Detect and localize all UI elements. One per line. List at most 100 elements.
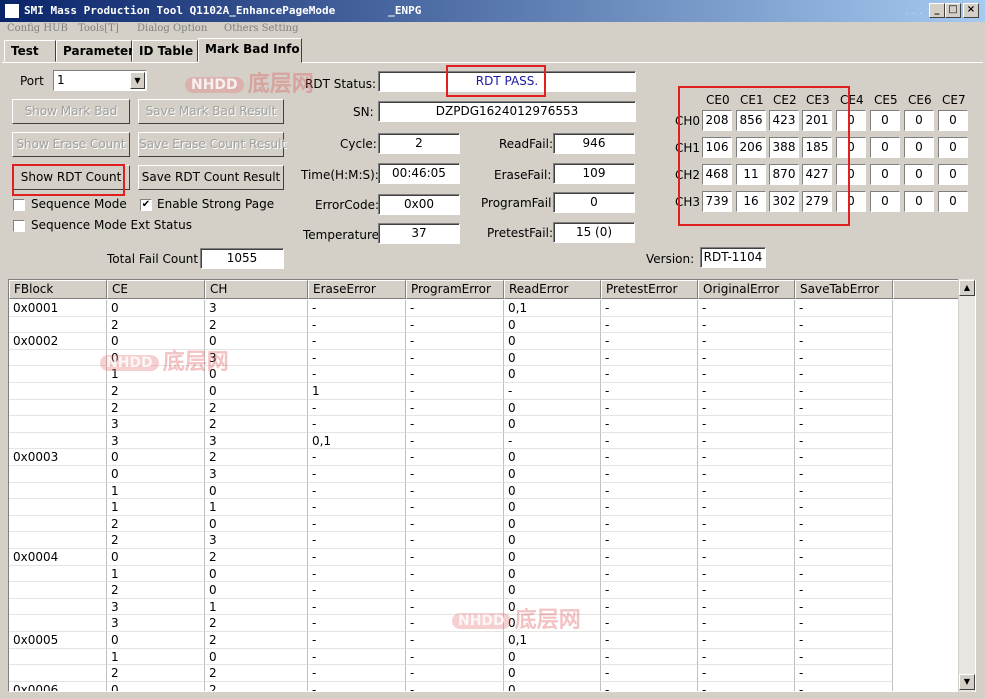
grid-cell: - [698, 598, 795, 616]
tab-mark-bad-info[interactable]: Mark Bad Info [198, 38, 302, 63]
grid-cell: 0 [504, 366, 601, 383]
grid-cell: - [698, 515, 795, 533]
ce-header: CE5 [874, 93, 898, 107]
grid-cell: 0,1 [504, 632, 601, 649]
table-row[interactable]: 11--0--- [9, 499, 959, 516]
grid-cell: - [406, 300, 504, 317]
table-row[interactable]: 22--0--- [9, 665, 959, 682]
grid-cell: - [601, 515, 698, 533]
grid-column-header[interactable]: FBlock [9, 280, 107, 299]
grid-cell: - [406, 648, 504, 666]
minimize-button[interactable]: _ [929, 3, 945, 18]
cycle-field: 2 [378, 133, 460, 154]
ce-header: CE7 [942, 93, 966, 107]
grid-column-header[interactable]: ReadError [504, 280, 601, 299]
grid-cell: - [698, 383, 795, 400]
table-row[interactable]: 201----- [9, 383, 959, 400]
grid-cell: - [308, 499, 406, 516]
grid-cell: 1 [107, 648, 205, 666]
table-row[interactable]: 03--0--- [9, 466, 959, 483]
chevron-down-icon[interactable]: ▼ [130, 72, 145, 89]
grid-cell: 0 [205, 383, 308, 400]
grid-scrollbar[interactable]: ▲ ▼ [958, 279, 975, 692]
table-row[interactable]: 3 3 0,1- - - - - [9, 432, 959, 450]
table-row[interactable]: 0x0005 0 2- -0,1- - - [9, 632, 959, 649]
grid-cell: 0 [504, 582, 601, 599]
grid-cell: 1 [107, 565, 205, 583]
grid-cell: - [698, 499, 795, 516]
table-row[interactable]: 22--0--- [9, 399, 959, 417]
grid-cell: - [601, 482, 698, 500]
menu-others-setting[interactable]: Others Setting [224, 23, 299, 34]
grid-cell: - [795, 349, 893, 367]
menu-tools[interactable]: Tools[T] [78, 23, 119, 34]
grid-cell: - [308, 515, 406, 533]
scroll-up-icon[interactable]: ▲ [959, 280, 975, 296]
grid-cell: - [308, 549, 406, 566]
grid-cell: 0 [504, 648, 601, 666]
grid-cell: - [406, 316, 504, 334]
grid-cell [9, 432, 107, 450]
table-row[interactable]: 0x0006 0 2- -0- - - [9, 681, 959, 691]
grid-column-header[interactable]: CE [107, 280, 205, 299]
grid-cell: - [601, 399, 698, 417]
save-rdt-count-button[interactable]: Save RDT Count Result [138, 165, 284, 190]
table-row[interactable]: 0x0004 0 2- -0- - - [9, 549, 959, 566]
grid-cell: - [601, 383, 698, 400]
table-row[interactable]: 10--0--- [9, 648, 959, 666]
menu-dialog-option[interactable]: Dialog Option [137, 23, 207, 34]
grid-cell: 0,1 [504, 300, 601, 317]
enable-strong-page-checkbox[interactable]: ✔ [140, 199, 152, 211]
grid-cell: - [308, 598, 406, 616]
table-row[interactable]: 20--0--- [9, 515, 959, 533]
save-erase-count-button[interactable]: Save Erase Count Result [138, 132, 286, 157]
table-row[interactable]: 10--0--- [9, 565, 959, 583]
tab-id-table[interactable]: ID Table [132, 40, 198, 62]
table-row[interactable]: 23--0--- [9, 532, 959, 549]
show-mark-bad-button[interactable]: Show Mark Bad [12, 99, 130, 124]
grid-column-header[interactable]: EraseError [308, 280, 406, 299]
grid-cell: - [406, 399, 504, 417]
grid-cell: - [795, 681, 893, 691]
table-row[interactable]: 20--0--- [9, 582, 959, 599]
grid-column-header[interactable]: SaveTabError [795, 280, 893, 299]
ce-header: CE6 [908, 93, 932, 107]
table-row[interactable]: 32--0--- [9, 416, 959, 433]
grid-cell: 2 [205, 416, 308, 433]
grid-column-header[interactable]: PretestError [601, 280, 698, 299]
save-mark-bad-button[interactable]: Save Mark Bad Result [138, 99, 284, 124]
maximize-button[interactable]: □ [945, 3, 961, 18]
grid-cell: - [698, 681, 795, 691]
grid-cell: - [795, 582, 893, 599]
table-row[interactable]: 0x0001 0 3- -0,1- - - [9, 300, 959, 317]
grid-cell: - [601, 300, 698, 317]
grid-cell [9, 316, 107, 334]
grid-column-header[interactable]: OriginalError [698, 280, 795, 299]
table-row[interactable]: 0x0003 0 2- -0- - - [9, 449, 959, 466]
scroll-down-icon[interactable]: ▼ [959, 674, 975, 690]
tab-parameter[interactable]: Parameter [56, 40, 134, 62]
grid-cell: - [406, 499, 504, 516]
grid-cell: - [795, 399, 893, 417]
port-select[interactable]: 1 ▼ [53, 70, 147, 91]
grid-cell: - [601, 466, 698, 483]
grid-cell: - [504, 432, 601, 450]
sequence-mode-ext-checkbox[interactable] [13, 220, 25, 232]
grid-cell: - [795, 665, 893, 682]
show-erase-count-button[interactable]: Show Erase Count [12, 132, 130, 157]
table-row[interactable]: 10--0--- [9, 482, 959, 500]
grid-cell: - [601, 316, 698, 334]
grid-column-header[interactable]: CH [205, 280, 308, 299]
close-button[interactable]: × [963, 3, 979, 18]
ce-count-cell: 0 [938, 164, 968, 185]
sequence-mode-checkbox[interactable] [13, 199, 25, 211]
grid-cell: 0 [205, 515, 308, 533]
menu-config-hub[interactable]: Config HUB [7, 23, 68, 34]
grid-column-header[interactable]: ProgramError [406, 280, 504, 299]
ce-count-cell: 0 [938, 137, 968, 158]
grid-cell: - [601, 665, 698, 682]
tab-test[interactable]: Test [4, 40, 56, 62]
grid-cell: - [406, 665, 504, 682]
table-row[interactable]: 22--0--- [9, 316, 959, 334]
ce-count-cell: 0 [904, 110, 934, 131]
